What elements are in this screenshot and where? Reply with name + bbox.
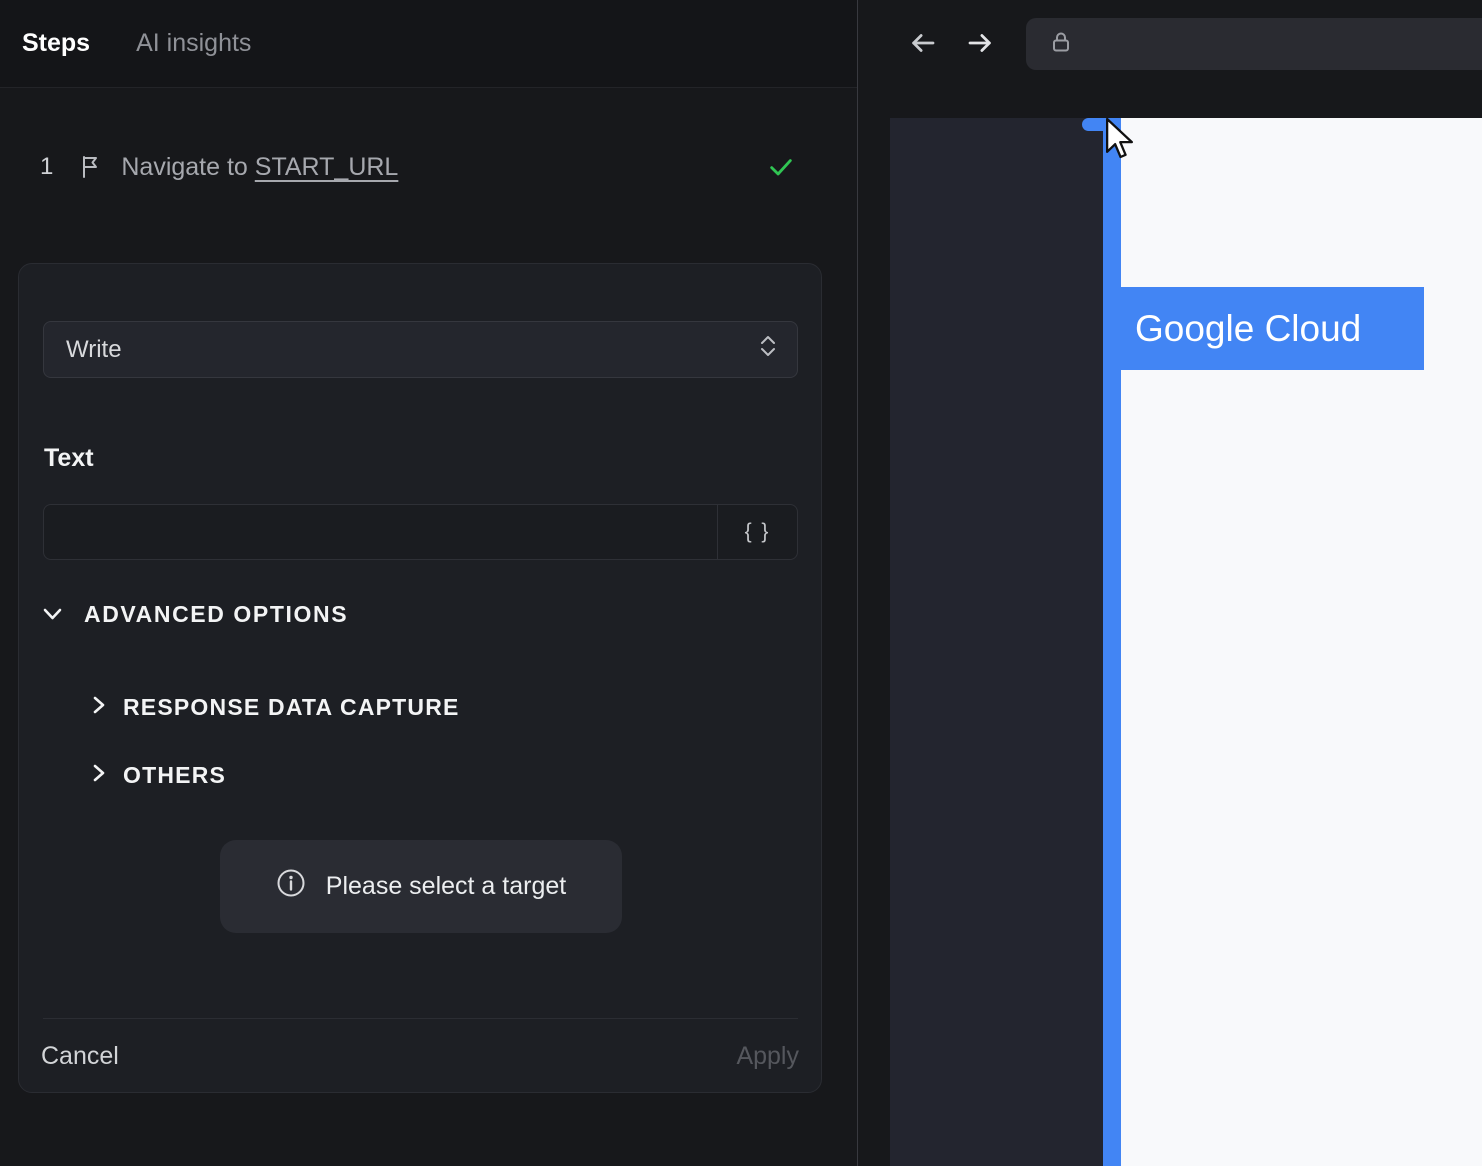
others-toggle[interactable]: OTHERS	[91, 762, 226, 789]
app: Steps AI insights 1 Navigate to START_UR…	[0, 0, 1482, 1166]
text-input-group: { }	[43, 504, 798, 560]
response-data-capture-toggle[interactable]: RESPONSE DATA CAPTURE	[91, 694, 460, 721]
panel-divider	[857, 0, 858, 1166]
selection-highlight-strip[interactable]	[1103, 118, 1121, 1166]
target-hint-pill: Please select a target	[220, 840, 622, 933]
step-title: Navigate to START_URL	[121, 152, 399, 181]
action-select[interactable]: Write	[43, 321, 798, 378]
action-select-value: Write	[66, 335, 122, 363]
info-icon	[276, 868, 306, 905]
browser-toolbar	[858, 0, 1482, 88]
advanced-options-toggle[interactable]: ADVANCED OPTIONS	[43, 601, 348, 628]
cancel-button[interactable]: Cancel	[41, 1042, 119, 1071]
step-editor-card: Write Text { } ADVANCED OPTIONS RESPONSE…	[18, 263, 822, 1093]
response-data-capture-label: RESPONSE DATA CAPTURE	[123, 694, 460, 720]
insert-variable-button[interactable]: { }	[717, 505, 797, 559]
step-number: 1	[40, 153, 54, 180]
forward-button[interactable]	[965, 28, 995, 58]
advanced-options-label: ADVANCED OPTIONS	[84, 601, 349, 627]
check-icon	[767, 153, 795, 181]
chevron-down-icon	[43, 601, 62, 628]
site-page	[1121, 118, 1482, 1166]
text-field-label: Text	[44, 444, 94, 472]
url-bar[interactable]	[1026, 18, 1482, 70]
google-cloud-highlight[interactable]: Google Cloud	[1117, 287, 1424, 370]
lock-icon	[1050, 30, 1072, 59]
flag-icon	[79, 155, 101, 179]
others-label: OTHERS	[123, 762, 227, 788]
step-row[interactable]: 1 Navigate to START_URL	[0, 138, 857, 196]
editor-footer: Cancel Apply	[19, 1019, 821, 1093]
chevron-right-icon	[91, 694, 107, 721]
apply-button[interactable]: Apply	[736, 1042, 799, 1071]
chevron-updown-icon	[757, 333, 779, 366]
text-input[interactable]	[44, 505, 717, 559]
target-hint-text: Please select a target	[325, 872, 567, 900]
start-url-link[interactable]: START_URL	[255, 153, 399, 181]
tab-ai-insights[interactable]: AI insights	[136, 29, 251, 58]
cursor-pointer-icon	[1100, 116, 1140, 167]
site-dark-panel	[890, 118, 1103, 1166]
back-button[interactable]	[908, 28, 938, 58]
chevron-right-icon	[91, 762, 107, 789]
tab-steps[interactable]: Steps	[22, 29, 90, 58]
left-topbar: Steps AI insights	[0, 0, 857, 88]
